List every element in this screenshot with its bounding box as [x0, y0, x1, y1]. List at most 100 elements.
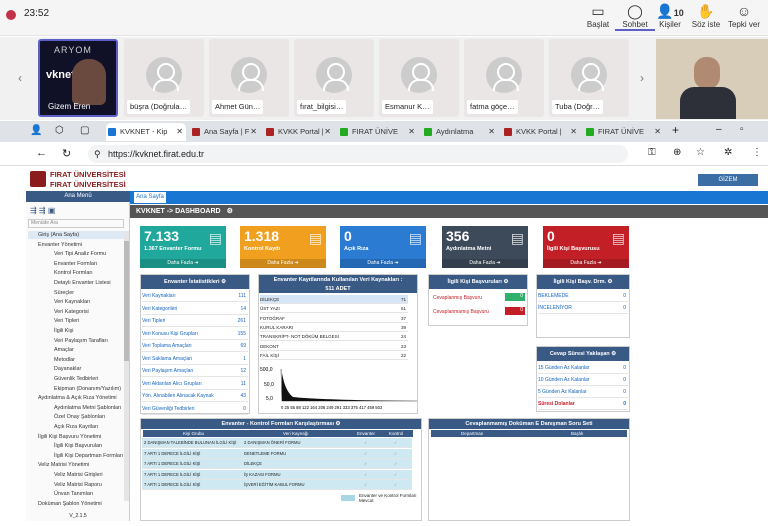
stat-card[interactable]: 356 Aydınlatma Metni ▤ Daha Fazla ➔ [442, 226, 528, 268]
menu-item[interactable]: Veri Tipleri [28, 317, 124, 325]
menu-item[interactable]: Veliz Matrisi Girişleri [28, 471, 124, 479]
stats-row[interactable]: Veri Güvenliği Tedbirleri 0 [142, 404, 248, 415]
url-field[interactable]: ⚲ https://kvknet.firat.edu.tr [88, 145, 628, 163]
stats-row[interactable]: Veri Toplama Amaçları 69 [142, 341, 248, 352]
tab-aydinlatma[interactable]: Aydınlatma ✕ [422, 123, 498, 141]
participant-tile[interactable]: ARYOM vknet Gizem Eren [38, 39, 118, 117]
stats-row[interactable]: Veri Kategorileri 14 [142, 304, 248, 315]
tab-firat-1[interactable]: FIRAT ÜNİVE ✕ [338, 123, 418, 141]
participant-tile[interactable]: fatma göçe… [464, 39, 544, 117]
source-row[interactable]: ÜST YAZI 51 [260, 304, 408, 314]
stats-row[interactable]: Yön. Alınabilen Alınacak Kaynak 43 [142, 391, 248, 402]
participant-tile[interactable]: büşra (Doğrula… [124, 39, 204, 117]
more-link[interactable]: Daha Fazla ➔ [240, 259, 326, 268]
tab-kvkk-portal[interactable]: KVKK Portal | ✕ [264, 123, 334, 141]
comparison-row[interactable]: 7 ARTI 1 DERECE İLGİLİ KİŞİ DİLEKÇE ✓ ✓ [142, 459, 412, 469]
menu-item[interactable]: Açık Rıza Kayıtları [28, 423, 124, 431]
menu-item[interactable]: Envanter Yönetimi [28, 241, 124, 249]
next-participants-icon[interactable]: › [640, 71, 644, 85]
stats-row[interactable]: Veri Saklama Amaçları 1 [142, 354, 248, 365]
deadline-row[interactable]: 5 Günden Az Kalanlar 0 [538, 387, 628, 398]
status-row[interactable]: BEKLEMEDE 0 [538, 291, 628, 302]
menu-item[interactable]: İlgili Kişi Başvuru Yönetimi [28, 433, 124, 441]
new-tab-icon[interactable]: + [672, 123, 679, 137]
menu-item[interactable]: Aydınlatma & Açık Rıza Yönetimi [28, 394, 124, 402]
stat-card[interactable]: 0 Açık Rıza ▤ Daha Fazla ➔ [340, 226, 426, 268]
menu-item[interactable]: Doküman Şablon Yönetimi [28, 500, 124, 508]
profile-icon[interactable]: 👤 [30, 125, 42, 136]
restore-icon[interactable]: ▫ [740, 124, 744, 135]
status-row[interactable]: İNCELENİYOR 0 [538, 303, 628, 314]
participant-tile[interactable]: fırat_bilgisi… [294, 39, 374, 117]
deadline-row[interactable]: Süresi Dolanlar 0 [538, 399, 628, 410]
menu-item[interactable]: Kontrol Formları [28, 269, 124, 277]
bookmark-icon[interactable]: ☆ [696, 147, 705, 158]
prev-participants-icon[interactable]: ‹ [18, 71, 22, 85]
unanswered-label[interactable]: Cevaplanmamış Başvuru [433, 309, 489, 315]
key-icon[interactable]: ⚿ [648, 147, 656, 158]
participant-tile[interactable]: Tuba (Doğr… [549, 39, 629, 117]
more-link[interactable]: Daha Fazla ➔ [543, 259, 629, 268]
menu-item[interactable]: Giriş (Ana Sayfa) [28, 231, 124, 239]
reload-icon[interactable]: ↻ [62, 147, 71, 160]
menu-item[interactable]: Dayanaklar [28, 365, 124, 373]
menu-search-input[interactable]: Menüde Ara [28, 219, 124, 228]
source-row[interactable]: TRANSKRİPT- NOT DÖKÜM BELGESİ 24 [260, 332, 408, 342]
people-button[interactable]: 👤10 Kişiler [650, 2, 690, 29]
stats-row[interactable]: Veri Paylaşım Amaçları 12 [142, 366, 248, 377]
menu-item[interactable]: Veliz Matrisi Raporu [28, 481, 124, 489]
deadline-row[interactable]: 15 Günden Az Kalanlar 0 [538, 363, 628, 374]
menu-tools[interactable]: ⇶ ⇶ ▣ [30, 206, 55, 215]
tab-firat-2[interactable]: FIRAT ÜNİVE ✕ [584, 123, 664, 141]
menu-scrollbar[interactable] [124, 231, 129, 501]
react-button[interactable]: ☺ Tepki ver [722, 2, 766, 29]
participant-tile[interactable]: Ahmet Gün… [209, 39, 289, 117]
more-link[interactable]: Daha Fazla ➔ [340, 259, 426, 268]
participant-tile[interactable]: Esmanur K… [379, 39, 459, 117]
tab-kvknet[interactable]: KVKNET - Kip ✕ [106, 123, 186, 141]
source-row[interactable]: FOTOĞRAF 37 [260, 314, 408, 323]
zoom-icon[interactable]: ⊕ [673, 147, 681, 158]
stat-card[interactable]: 1.318 Kontrol Kaydı ▤ Daha Fazla ➔ [240, 226, 326, 268]
menu-item[interactable]: İlgili Kişi Başvuruları [28, 442, 124, 450]
menu-item[interactable]: Detaylı Envanter Listesi [28, 279, 124, 287]
stats-row[interactable]: Veri Konusu Kişi Grupları 155 [142, 329, 248, 340]
tab-actions-icon[interactable]: ▢ [80, 125, 89, 136]
menu-item[interactable]: Veri Kaynakları [28, 298, 124, 306]
menu-item[interactable]: Özel Onay Şablonları [28, 413, 124, 421]
menu-item[interactable]: İlgili Kişi Departman Formları [28, 452, 124, 460]
menu-item[interactable]: Veri Tipi Analiz Formu [28, 250, 124, 258]
comparison-row[interactable]: 2 DANIŞMAN TALEBİNDE BULUNAN İLGİLİ KİŞİ… [142, 438, 412, 448]
back-icon[interactable]: ← [36, 147, 47, 159]
menu-item[interactable]: Ünvan Tanımları [28, 490, 124, 498]
menu-item[interactable]: Süreçler [28, 289, 124, 297]
raise-hand-button[interactable]: ✋ Söz iste [686, 2, 726, 29]
source-row[interactable]: DİLEKÇE 71 [260, 295, 408, 304]
menu-item[interactable]: İlgili Kişi [28, 327, 124, 335]
deadline-row[interactable]: 10 Günden Az Kalanlar 0 [538, 375, 628, 386]
answered-label[interactable]: Cevaplanmış Başvuru [433, 295, 482, 301]
source-row[interactable]: KURUL KARARI 39 [260, 323, 408, 332]
stats-row[interactable]: Veri Aktarılan Alıcı Grupları 11 [142, 379, 248, 390]
menu-item[interactable]: Envanter Formları [28, 260, 124, 268]
comparison-row[interactable]: 7 ARTI 1 DERECE İLGİLİ KİŞİ DENETLEME FOR… [142, 448, 412, 459]
menu-item[interactable]: Amaçlar [28, 346, 124, 354]
stat-card[interactable]: 7.133 1.367 Envanter Formu ▤ Daha Fazla ➔ [140, 226, 226, 268]
user-button[interactable]: GİZEM [698, 174, 758, 186]
tab-ana-sayfa[interactable]: Ana Sayfa | F ✕ [190, 123, 260, 141]
menu-item[interactable]: Veri Kategorisi [28, 308, 124, 316]
share-button[interactable]: ▭ Başlat [578, 2, 618, 29]
menu-item[interactable]: Veri Paylaşım Tarafları [28, 337, 124, 345]
extensions-icon[interactable]: ⬡ [55, 125, 64, 136]
stats-row[interactable]: Veri Tipleri 261 [142, 316, 248, 327]
stat-card[interactable]: 0 İlgili Kişi Başvurusu ▤ Daha Fazla ➔ [543, 226, 629, 268]
tab-kvkk-portal-2[interactable]: KVKK Portal | ✕ [502, 123, 580, 141]
minimize-icon[interactable]: – [716, 124, 722, 135]
chat-button[interactable]: ◯ Sohbet [615, 2, 655, 31]
menu-item[interactable]: Ekipman (Donanım/Yazılım) [28, 385, 124, 393]
source-row[interactable]: DEKONT 23 [260, 342, 408, 351]
extension-icon[interactable]: ✲ [724, 147, 732, 158]
settings-icon[interactable]: ⚙ [227, 208, 233, 215]
more-link[interactable]: Daha Fazla ➔ [140, 259, 226, 268]
menu-item[interactable]: Veliz Matrisi Yönetimi [28, 461, 124, 469]
